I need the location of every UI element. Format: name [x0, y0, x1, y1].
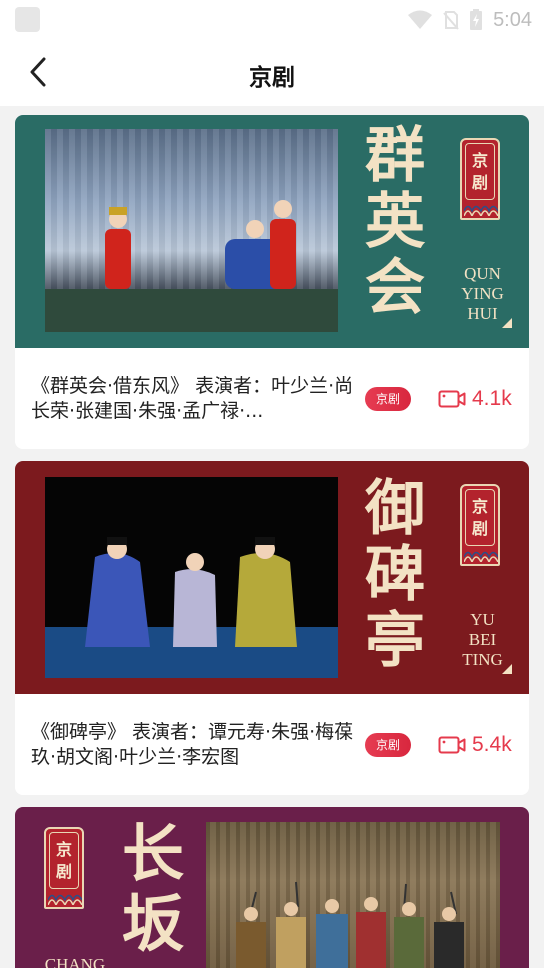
stage-photo: [45, 477, 338, 678]
view-count: 5.4k: [438, 731, 512, 759]
wave-pattern-icon: [464, 205, 498, 216]
jingju-seal: 京剧: [44, 827, 84, 909]
wave-pattern-icon: [464, 551, 498, 562]
status-time: 5:04: [493, 8, 532, 31]
banner-roman-text: CHANG: [44, 955, 106, 968]
card-banner: 御 碑 亭 京剧 YU BEI TING: [15, 461, 529, 694]
banner-title-calligraphy: 长 坂: [115, 819, 191, 959]
stage-photo: [45, 129, 338, 332]
status-bar: 5:04: [0, 0, 544, 40]
calligraphy-char: 长: [121, 817, 184, 890]
genre-tag: 京剧: [365, 733, 411, 757]
battery-icon: [470, 9, 483, 30]
card-banner: 群 英 会 京剧 QUN YING HUI: [15, 115, 529, 348]
genre-tag: 京剧: [365, 387, 411, 411]
calligraphy-char: 群: [365, 121, 425, 191]
wave-pattern-icon: [48, 894, 82, 905]
banner-title-calligraphy: 群 英 会: [357, 123, 433, 321]
stage-photo: [206, 822, 500, 968]
calligraphy-char: 坂: [121, 887, 184, 960]
calligraphy-char: 会: [365, 253, 425, 323]
performers-image: [45, 537, 338, 678]
card-description: 《御碑亭》 表演者：谭元寿·朱强·梅葆玖·胡文阁·叶少兰·李宏图: [31, 721, 354, 768]
corner-triangle-icon: [502, 318, 512, 328]
page-title: 京剧: [249, 65, 295, 91]
no-sim-icon: [443, 11, 459, 30]
calligraphy-char: 碑: [365, 540, 425, 610]
wifi-icon: [408, 10, 433, 29]
corner-triangle-icon: [502, 664, 512, 674]
banner-roman-text: QUN YING HUI: [461, 264, 504, 323]
banner-roman-text: YU BEI TING: [462, 610, 503, 669]
opera-card[interactable]: 群 英 会 京剧 QUN YING HUI 《群英会·借东风》 表演者：叶少兰·…: [15, 115, 529, 449]
opera-card[interactable]: 御 碑 亭 京剧 YU BEI TING 《御碑亭》 表演者：谭元寿·朱强·梅葆…: [15, 461, 529, 795]
jingju-seal: 京剧: [460, 138, 500, 220]
video-camera-icon: [438, 736, 466, 754]
status-icons: 5:04: [407, 6, 532, 34]
video-camera-icon: [438, 390, 466, 408]
view-count: 4.1k: [438, 385, 512, 413]
card-description: 《群英会·借东风》 表演者：叶少兰·尚长荣·张建国·朱强·孟广禄·...: [31, 375, 354, 422]
calligraphy-char: 亭: [365, 606, 425, 676]
notification-app-icon: [15, 7, 40, 32]
calligraphy-char: 英: [365, 187, 425, 257]
banner-title-calligraphy: 御 碑 亭: [357, 476, 433, 674]
performers-image: [236, 881, 464, 968]
top-app-bar: 京剧: [0, 40, 544, 106]
performers-image: [45, 200, 338, 332]
calligraphy-char: 御: [365, 474, 425, 544]
opera-card[interactable]: 京剧 CHANG 长 坂: [15, 807, 529, 968]
card-banner: 京剧 CHANG 长 坂: [15, 807, 529, 968]
card-info: 《御碑亭》 表演者：谭元寿·朱强·梅葆玖·胡文阁·叶少兰·李宏图 京剧 5.4k: [15, 694, 529, 795]
card-info: 《群英会·借东风》 表演者：叶少兰·尚长荣·张建国·朱强·孟广禄·... 京剧 …: [15, 348, 529, 449]
jingju-seal: 京剧: [460, 484, 500, 566]
